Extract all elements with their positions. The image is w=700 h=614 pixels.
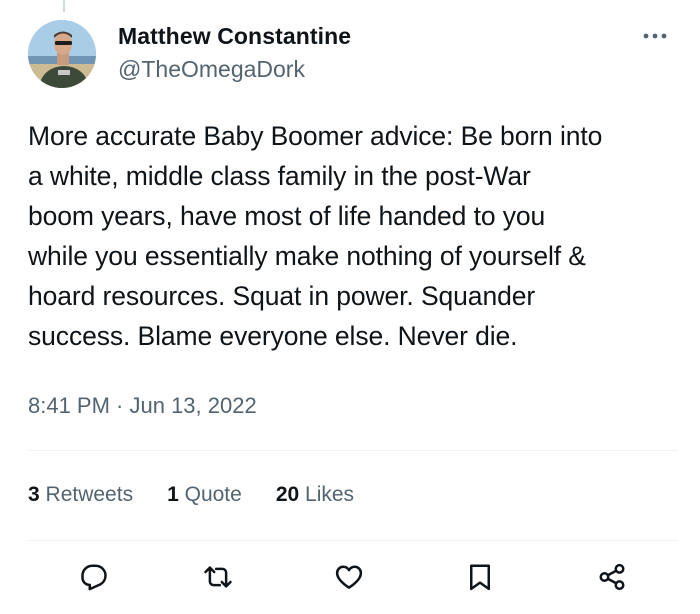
quotes-count: 1 (167, 483, 179, 506)
tweet-timestamp[interactable]: 8:41 PM · Jun 13, 2022 (28, 390, 257, 422)
tweet-text: More accurate Baby Boomer advice: Be bor… (28, 121, 603, 351)
author-display-name[interactable]: Matthew Constantine (118, 20, 351, 52)
more-options-button[interactable] (638, 26, 672, 46)
retweet-icon (204, 566, 232, 588)
retweet-button[interactable] (196, 557, 240, 597)
like-icon (335, 565, 363, 589)
bookmark-icon (470, 564, 490, 591)
tweet-header: Matthew Constantine @TheOmegaDork (28, 20, 680, 90)
likes-count: 20 (275, 483, 300, 506)
avatar-photo (28, 20, 96, 88)
likes-label: Likes (305, 483, 355, 506)
reply-button[interactable] (72, 557, 116, 597)
thread-connector-line (63, 0, 65, 12)
avatar[interactable] (28, 20, 96, 88)
share-button[interactable] (590, 557, 634, 597)
like-button[interactable] (327, 557, 371, 597)
divider-top (28, 450, 678, 451)
likes-stat[interactable]: 20 Likes (276, 479, 354, 511)
author-handle[interactable]: @TheOmegaDork (118, 53, 351, 85)
engagement-stats: 3 Retweets 1 Quote 20 Likes (28, 479, 354, 511)
retweets-stat[interactable]: 3 Retweets (28, 479, 133, 511)
action-bar (72, 557, 652, 597)
divider-bottom (28, 540, 678, 541)
share-icon (599, 563, 625, 591)
bookmark-button[interactable] (458, 557, 502, 597)
retweets-count: 3 (28, 483, 40, 506)
quotes-stat[interactable]: 1 Quote (167, 479, 242, 511)
quotes-label: Quote (184, 483, 242, 506)
reply-icon (81, 564, 107, 591)
retweets-label: Retweets (45, 483, 134, 506)
author-info: Matthew Constantine @TheOmegaDork (118, 20, 351, 85)
more-dots-icon (643, 33, 667, 39)
